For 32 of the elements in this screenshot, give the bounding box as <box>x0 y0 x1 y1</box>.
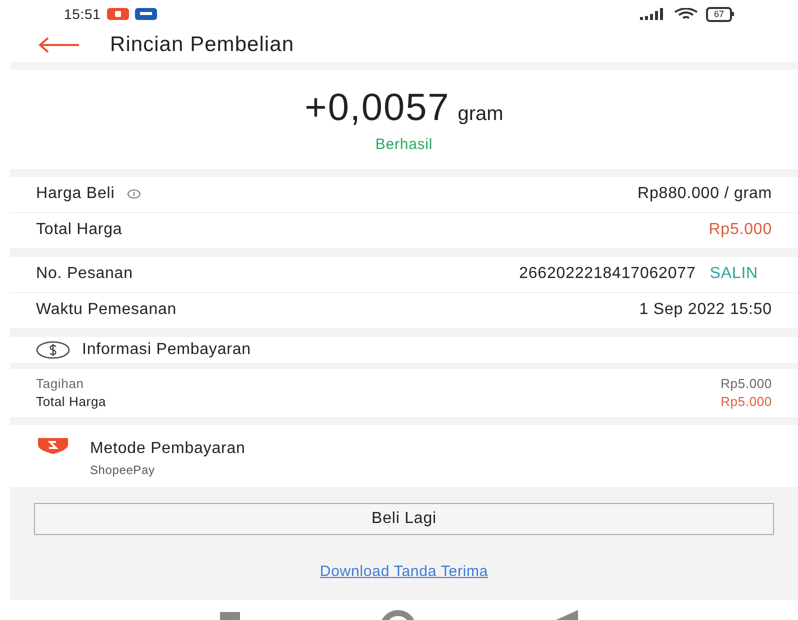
row-label: Total Harga <box>36 392 106 411</box>
amount-unit: gram <box>458 102 504 127</box>
download-receipt-link[interactable]: Download Tanda Terima <box>320 560 488 583</box>
status-time: 15:51 <box>64 4 101 24</box>
purchase-amount: +0,0057 <box>304 86 450 130</box>
row-value: 1 Sep 2022 15:50 <box>639 300 772 320</box>
buy-again-button[interactable]: Beli Lagi <box>34 502 774 534</box>
page-title: Rincian Pembelian <box>110 32 294 58</box>
section-title: Informasi Pembayaran <box>82 340 251 360</box>
row-label: Waktu Pemesanan <box>36 300 177 320</box>
wifi-icon <box>674 8 698 20</box>
row-value: Rp5.000 <box>720 392 772 411</box>
row-label: No. Pesanan <box>36 264 133 284</box>
row-label: Harga Beli <box>36 184 115 204</box>
back-arrow-icon[interactable] <box>38 37 80 53</box>
copy-button[interactable]: SALIN <box>710 262 758 286</box>
battery-icon: 67 <box>706 6 734 22</box>
row-label: Total Harga <box>36 220 122 240</box>
row-value: Rp5.000 <box>708 220 772 240</box>
dollar-circle-icon <box>36 340 70 358</box>
row-value: Rp5.000 <box>720 374 772 393</box>
row-value: Rp880.000 / gram <box>638 184 772 204</box>
app-notification-icon <box>106 8 129 20</box>
app-notification-icon <box>134 8 157 20</box>
signal-icon <box>640 8 666 20</box>
shield-icon <box>36 436 70 454</box>
section-title: Metode Pembayaran <box>90 438 246 458</box>
row-value: 2662022218417062077 <box>519 264 696 284</box>
row-label: Tagihan <box>36 374 84 393</box>
info-icon[interactable] <box>126 189 141 199</box>
payment-method-name: ShopeePay <box>90 462 156 478</box>
status-text: Berhasil <box>375 135 433 155</box>
